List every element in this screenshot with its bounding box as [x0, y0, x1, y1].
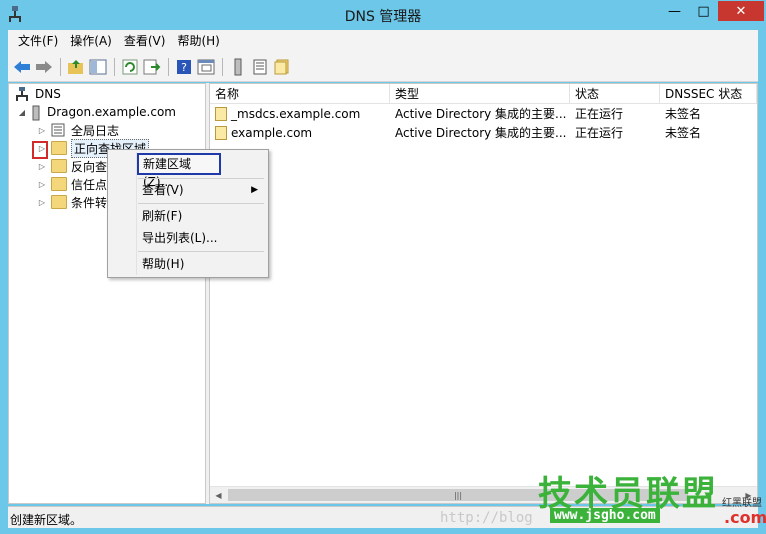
cell-name: _msdcs.example.com	[215, 105, 387, 124]
cell-type: Active Directory 集成的主要...	[395, 107, 567, 121]
folder-icon	[51, 141, 67, 155]
svg-text:?: ?	[181, 61, 187, 74]
toolbar-separator	[60, 58, 61, 76]
minimize-button[interactable]: —	[660, 1, 689, 21]
server-icon[interactable]	[228, 57, 248, 77]
list-pane[interactable]: 名称 类型 状态 DNSSEC 状态 _msdcs.example.com Ac…	[209, 83, 758, 504]
list-icon[interactable]	[250, 57, 270, 77]
expand-icon[interactable]: ▷	[37, 161, 47, 171]
menu-file[interactable]: 文件(F)	[12, 30, 64, 52]
toolbar-separator	[222, 58, 223, 76]
zone-name: _msdcs.example.com	[231, 107, 361, 121]
watermark-side: 红黑联盟	[722, 498, 762, 509]
export-list-icon[interactable]	[142, 57, 162, 77]
tree-item-conditional-forwarders[interactable]: ▷ 条件转	[37, 193, 107, 211]
expand-icon[interactable]: ▷	[37, 179, 47, 189]
zone-name: example.com	[231, 126, 313, 140]
cell-status: 正在运行	[575, 107, 624, 121]
folder-icon	[51, 177, 67, 191]
table-row[interactable]: _msdcs.example.com Active Directory 集成的主…	[210, 105, 757, 124]
menu-help[interactable]: 帮助(H)	[171, 30, 225, 52]
properties-icon[interactable]	[196, 57, 216, 77]
cell-type: Active Directory 集成的主要...	[395, 126, 567, 140]
menu-item-view[interactable]: 查看(V) ▶	[110, 179, 266, 201]
tree-item-reverse-lookup-zones[interactable]: ▷ 反向查	[37, 157, 107, 175]
toolbar-separator	[168, 58, 169, 76]
close-button[interactable]: ✕	[718, 1, 764, 21]
tree-server-label: Dragon.example.com	[47, 105, 176, 119]
zone-icon	[215, 125, 227, 140]
tree-item-server[interactable]: ◢ Dragon.example.com	[17, 103, 176, 121]
menu-view[interactable]: 查看(V)	[118, 30, 172, 52]
log-icon	[51, 123, 67, 137]
folder-icon[interactable]	[272, 57, 292, 77]
tree-label: 全局日志	[71, 123, 120, 138]
menu-separator	[138, 251, 264, 252]
menu-action[interactable]: 操作(A)	[64, 30, 118, 52]
tree-label: 条件转	[71, 195, 108, 210]
column-header-status[interactable]: 状态	[570, 84, 660, 104]
expand-icon[interactable]: ▷	[37, 197, 47, 207]
menu-item-new-zone[interactable]: 新建区域(Z)...	[137, 153, 221, 189]
title-bar: DNS 管理器 — □ ✕	[0, 0, 766, 30]
watermark-url: http://blog	[440, 510, 533, 526]
tree-root-dns[interactable]: DNS	[15, 85, 61, 103]
menu-item-label: 查看(V)	[142, 183, 184, 197]
column-header-type[interactable]: 类型	[390, 84, 570, 104]
column-header-name[interactable]: 名称	[210, 84, 390, 104]
cell-status: 正在运行	[575, 126, 624, 140]
zone-icon	[215, 106, 227, 121]
tree-item-global-log[interactable]: ▷ 全局日志	[37, 121, 119, 139]
collapse-icon[interactable]: ◢	[17, 107, 27, 117]
cell-dnssec: 未签名	[665, 107, 702, 121]
up-folder-icon[interactable]	[66, 57, 86, 77]
show-hide-tree-icon[interactable]	[88, 57, 108, 77]
window-title: DNS 管理器	[344, 9, 422, 25]
watermark-site: www.jsgho.com	[550, 508, 660, 523]
column-header-dnssec[interactable]: DNSSEC 状态	[660, 84, 757, 104]
expand-icon[interactable]: ▷	[37, 125, 47, 135]
toolbar: ?	[8, 52, 758, 82]
menu-item-export-list[interactable]: 导出列表(L)...	[110, 227, 266, 249]
folder-icon	[51, 195, 67, 209]
menu-bar: 文件(F) 操作(A) 查看(V) 帮助(H)	[8, 30, 758, 52]
table-row[interactable]: example.com Active Directory 集成的主要... 正在…	[210, 124, 757, 143]
status-text: 创建新区域。	[10, 513, 83, 527]
tree-label: 反向查	[71, 159, 108, 174]
maximize-button[interactable]: □	[690, 1, 717, 21]
toolbar-separator	[114, 58, 115, 76]
folder-icon	[51, 159, 67, 173]
submenu-arrow-icon: ▶	[251, 185, 258, 195]
tree-label: 信任点	[71, 177, 108, 192]
server-icon	[31, 105, 43, 121]
menu-separator	[138, 203, 264, 204]
context-menu: 新建区域(Z)... 查看(V) ▶ 刷新(F) 导出列表(L)... 帮助(H…	[107, 149, 269, 278]
tree-item-trust-points[interactable]: ▷ 信任点	[37, 175, 107, 193]
back-icon[interactable]	[12, 57, 32, 77]
tree-pane[interactable]: DNS ◢ Dragon.example.com ▷ 全局日志 ▷ 正向查找区域…	[8, 83, 206, 504]
help-icon[interactable]: ?	[174, 57, 194, 77]
cell-name: example.com	[215, 124, 387, 143]
menu-item-refresh[interactable]: 刷新(F)	[110, 205, 266, 227]
dns-icon	[15, 87, 31, 101]
scroll-left-icon[interactable]: ◀	[210, 487, 227, 504]
tree-root-label: DNS	[35, 87, 61, 101]
list-header: 名称 类型 状态 DNSSEC 状态	[210, 84, 757, 104]
menu-item-help[interactable]: 帮助(H)	[110, 253, 266, 275]
refresh-icon[interactable]	[120, 57, 140, 77]
watermark-com: .com	[724, 508, 766, 527]
watermark-logo: 技术员联盟 红黑联盟 www.jsgho.com .com	[536, 466, 766, 534]
highlight-red-box	[32, 141, 48, 159]
forward-icon[interactable]	[34, 57, 54, 77]
cell-dnssec: 未签名	[665, 126, 702, 140]
